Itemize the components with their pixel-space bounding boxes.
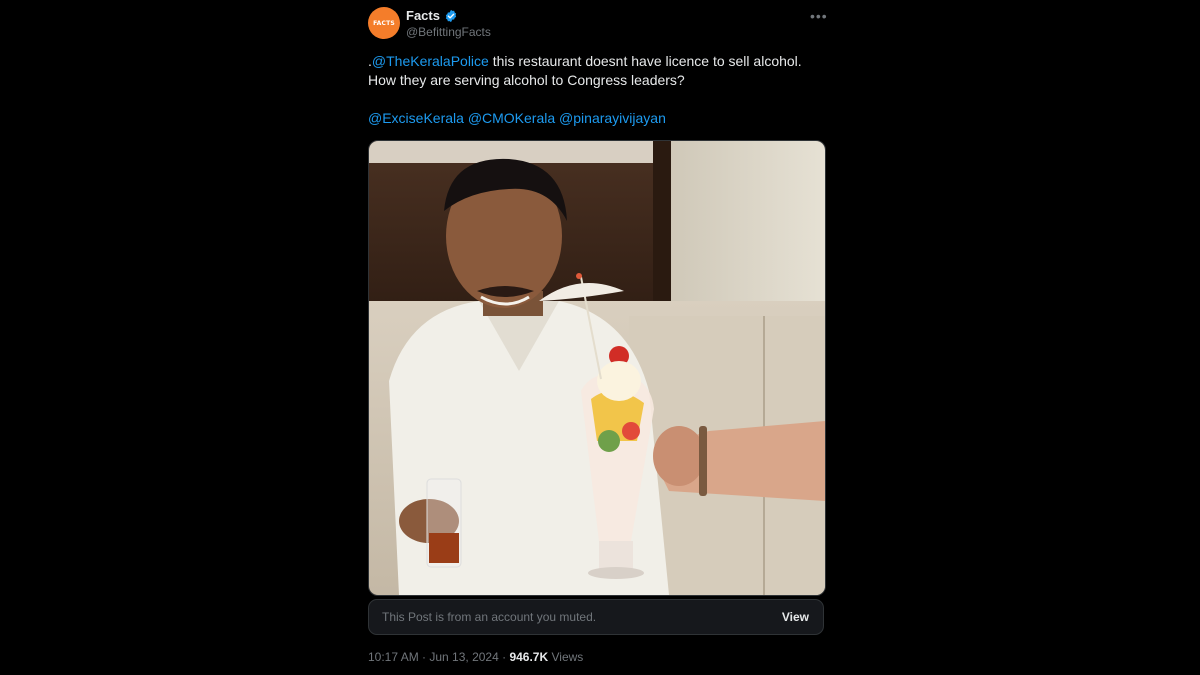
views-label: Views: [548, 650, 584, 664]
post-text: .@TheKeralaPolice this restaurant doesnt…: [368, 52, 826, 128]
meta-separator: ·: [498, 650, 510, 664]
post-text-line-1: this restaurant doesnt have licence to s…: [488, 53, 802, 69]
verified-badge-icon: [445, 9, 457, 22]
meta-separator: ·: [418, 650, 430, 664]
more-options-icon[interactable]: •••: [810, 8, 828, 24]
post-date[interactable]: Jun 13, 2024: [429, 650, 498, 664]
view-button[interactable]: View: [782, 610, 809, 624]
avatar-logo-text: FACTS: [373, 19, 395, 27]
author-display-name[interactable]: Facts: [406, 8, 440, 23]
post: FACTS Facts @BefittingFacts ••• .@TheKer…: [368, 0, 828, 675]
muted-notice-text: This Post is from an account you muted.: [382, 610, 597, 624]
muted-notice: This Post is from an account you muted. …: [368, 599, 824, 635]
author-handle[interactable]: @BefittingFacts: [406, 25, 491, 39]
author-name-row: Facts: [406, 8, 458, 23]
post-text-line-2: How they are serving alcohol to Congress…: [368, 72, 685, 88]
mention-link[interactable]: @pinarayivijayan: [559, 110, 666, 126]
avatar[interactable]: FACTS: [368, 7, 400, 39]
mention-link[interactable]: @ExciseKerala: [368, 110, 464, 126]
mention-link[interactable]: @TheKeralaPolice: [372, 53, 489, 69]
post-time[interactable]: 10:17 AM: [368, 650, 419, 664]
post-media-image[interactable]: [368, 140, 826, 596]
post-meta: 10:17 AM · Jun 13, 2024 · 946.7K Views: [368, 650, 583, 664]
media-illustration: [369, 141, 825, 595]
views-count: 946.7K: [509, 650, 549, 664]
mention-link[interactable]: @CMOKerala: [468, 110, 555, 126]
